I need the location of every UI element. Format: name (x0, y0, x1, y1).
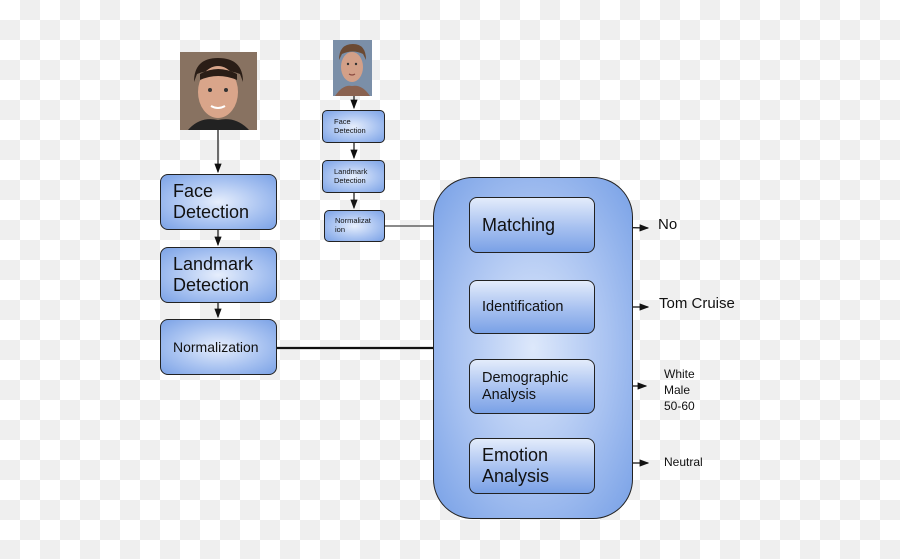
identification-output: Tom Cruise (659, 295, 735, 312)
emotion-output: Neutral (664, 455, 703, 469)
demographic-output: White Male 50-60 (664, 367, 695, 413)
emotion-analysis-box: Emotion Analysis (469, 438, 595, 494)
landmark-detection-box: Landmark Detection (160, 247, 277, 303)
normalization-box: Normalization (160, 319, 277, 375)
identification-box: Identification (469, 280, 595, 334)
small-landmark-detection-box: Landmark Detection (322, 160, 385, 193)
face-detection-box: Face Detection (160, 174, 277, 230)
matching-box: Matching (469, 197, 595, 253)
small-normalization-box: Normalizat ion (324, 210, 385, 242)
demographic-analysis-box: Demographic Analysis (469, 359, 595, 414)
matching-output: No (658, 216, 678, 233)
small-face-detection-box: Face Detection (322, 110, 385, 143)
